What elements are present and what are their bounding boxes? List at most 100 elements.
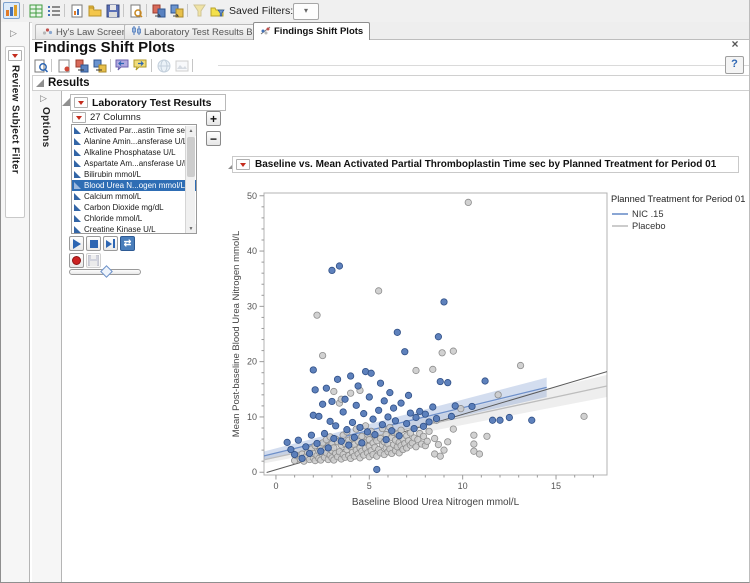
data-point[interactable] [484, 433, 490, 439]
data-point[interactable] [295, 437, 301, 443]
data-point[interactable] [368, 370, 374, 376]
data-point[interactable] [372, 431, 378, 437]
data-point[interactable] [332, 423, 338, 429]
data-point[interactable] [318, 448, 324, 454]
data-point[interactable] [450, 348, 456, 354]
preview-report-icon[interactable] [127, 2, 144, 19]
data-point[interactable] [351, 434, 357, 440]
scroll-up-icon[interactable]: ▲ [186, 126, 196, 136]
data-point[interactable] [452, 403, 458, 409]
outline-collapse-icon[interactable] [62, 98, 70, 106]
red-triangle-menu-icon[interactable] [8, 50, 22, 61]
expand-arrow-icon[interactable]: ▷ [40, 94, 47, 103]
list-item[interactable]: Calcium mmol/L [72, 191, 196, 202]
list-item[interactable]: Activated Par...astin Time sec [72, 125, 196, 136]
home-report-icon[interactable] [3, 2, 20, 19]
list-item[interactable]: Carbon Dioxide mg/dL [72, 202, 196, 213]
data-point[interactable] [422, 411, 428, 417]
data-point[interactable] [435, 334, 441, 340]
results-outline-header[interactable]: Results [32, 75, 750, 91]
loop-button[interactable]: ⇄ [120, 236, 135, 251]
data-point[interactable] [420, 423, 426, 429]
shift-plot[interactable]: 05101501020304050Baseline Blood Urea Nit… [229, 173, 750, 518]
red-triangle-menu-icon[interactable] [72, 112, 86, 123]
list-view-icon[interactable] [45, 2, 62, 19]
list-item[interactable]: Alanine Amin...ansferase U/L [72, 136, 196, 147]
data-point[interactable] [347, 373, 353, 379]
data-point[interactable] [489, 417, 495, 423]
remove-column-button[interactable]: − [206, 131, 221, 146]
data-point[interactable] [314, 440, 320, 446]
data-point[interactable] [299, 455, 305, 461]
copy-report-icon[interactable] [150, 2, 167, 19]
data-point[interactable] [342, 396, 348, 402]
chart-outline-header[interactable]: Baseline vs. Mean Activated Partial Thro… [232, 156, 739, 173]
globe-icon[interactable] [155, 57, 172, 74]
data-point[interactable] [381, 398, 387, 404]
data-point[interactable] [413, 414, 419, 420]
data-point[interactable] [370, 416, 376, 422]
red-triangle-menu-icon[interactable] [236, 159, 250, 170]
data-point[interactable] [402, 348, 408, 354]
data-point[interactable] [355, 383, 361, 389]
filter-icon[interactable] [191, 2, 208, 19]
data-point[interactable] [413, 367, 419, 373]
data-point[interactable] [308, 432, 314, 438]
data-point[interactable] [471, 441, 477, 447]
swap-blue-icon[interactable] [91, 57, 108, 74]
data-point[interactable] [435, 441, 441, 447]
data-point[interactable] [392, 418, 398, 424]
play-button[interactable] [69, 236, 84, 251]
slider-thumb[interactable] [100, 265, 113, 278]
data-point[interactable] [353, 402, 359, 408]
list-item[interactable]: Chloride mmol/L [72, 213, 196, 224]
data-table-icon[interactable] [27, 2, 44, 19]
data-point[interactable] [357, 424, 363, 430]
red-triangle-menu-icon[interactable] [74, 97, 88, 108]
data-point[interactable] [497, 417, 503, 423]
column-listbox[interactable]: Activated Par...astin Time secAlanine Am… [71, 124, 197, 234]
data-point[interactable] [389, 428, 395, 434]
stop-button[interactable] [86, 236, 101, 251]
data-point[interactable] [325, 445, 331, 451]
data-point[interactable] [327, 418, 333, 424]
list-item[interactable]: Aspartate Am...ansferase U/L [72, 158, 196, 169]
data-point[interactable] [441, 299, 447, 305]
data-point[interactable] [314, 312, 320, 318]
record-button[interactable] [69, 253, 84, 268]
save-icon[interactable] [104, 2, 121, 19]
data-point[interactable] [359, 440, 365, 446]
data-point[interactable] [331, 435, 337, 441]
data-point[interactable] [375, 288, 381, 294]
data-point[interactable] [445, 439, 451, 445]
data-point[interactable] [346, 442, 352, 448]
data-point[interactable] [445, 379, 451, 385]
data-point[interactable] [476, 451, 482, 457]
close-icon[interactable]: × [729, 38, 741, 50]
callout-forward-icon[interactable] [132, 57, 149, 74]
legend-label[interactable]: NIC .15 [632, 209, 664, 219]
data-point[interactable] [448, 413, 454, 419]
data-point[interactable] [347, 390, 353, 396]
list-scrollbar[interactable]: ▲ ▼ [185, 126, 195, 234]
data-point[interactable] [321, 430, 327, 436]
tab-findings-shift-plots[interactable]: Findings Shift Plots [253, 22, 370, 40]
list-item[interactable]: Bilirubin mmol/L [72, 169, 196, 180]
data-point[interactable] [374, 466, 380, 472]
data-point[interactable] [430, 366, 436, 372]
data-point[interactable] [338, 438, 344, 444]
step-button[interactable] [103, 236, 118, 251]
data-point[interactable] [506, 414, 512, 420]
saved-filter-folder-icon[interactable] [209, 2, 226, 19]
data-point[interactable] [431, 435, 437, 441]
legend-label[interactable]: Placebo [632, 221, 666, 231]
data-point[interactable] [364, 429, 370, 435]
data-point[interactable] [437, 453, 443, 459]
data-point[interactable] [387, 389, 393, 395]
data-point[interactable] [385, 414, 391, 420]
swap-red-icon[interactable] [73, 57, 90, 74]
plot-frame[interactable] [264, 193, 607, 475]
list-item[interactable]: Blood Urea N...ogen mmol/L [72, 180, 196, 191]
data-point[interactable] [469, 403, 475, 409]
data-point[interactable] [471, 432, 477, 438]
